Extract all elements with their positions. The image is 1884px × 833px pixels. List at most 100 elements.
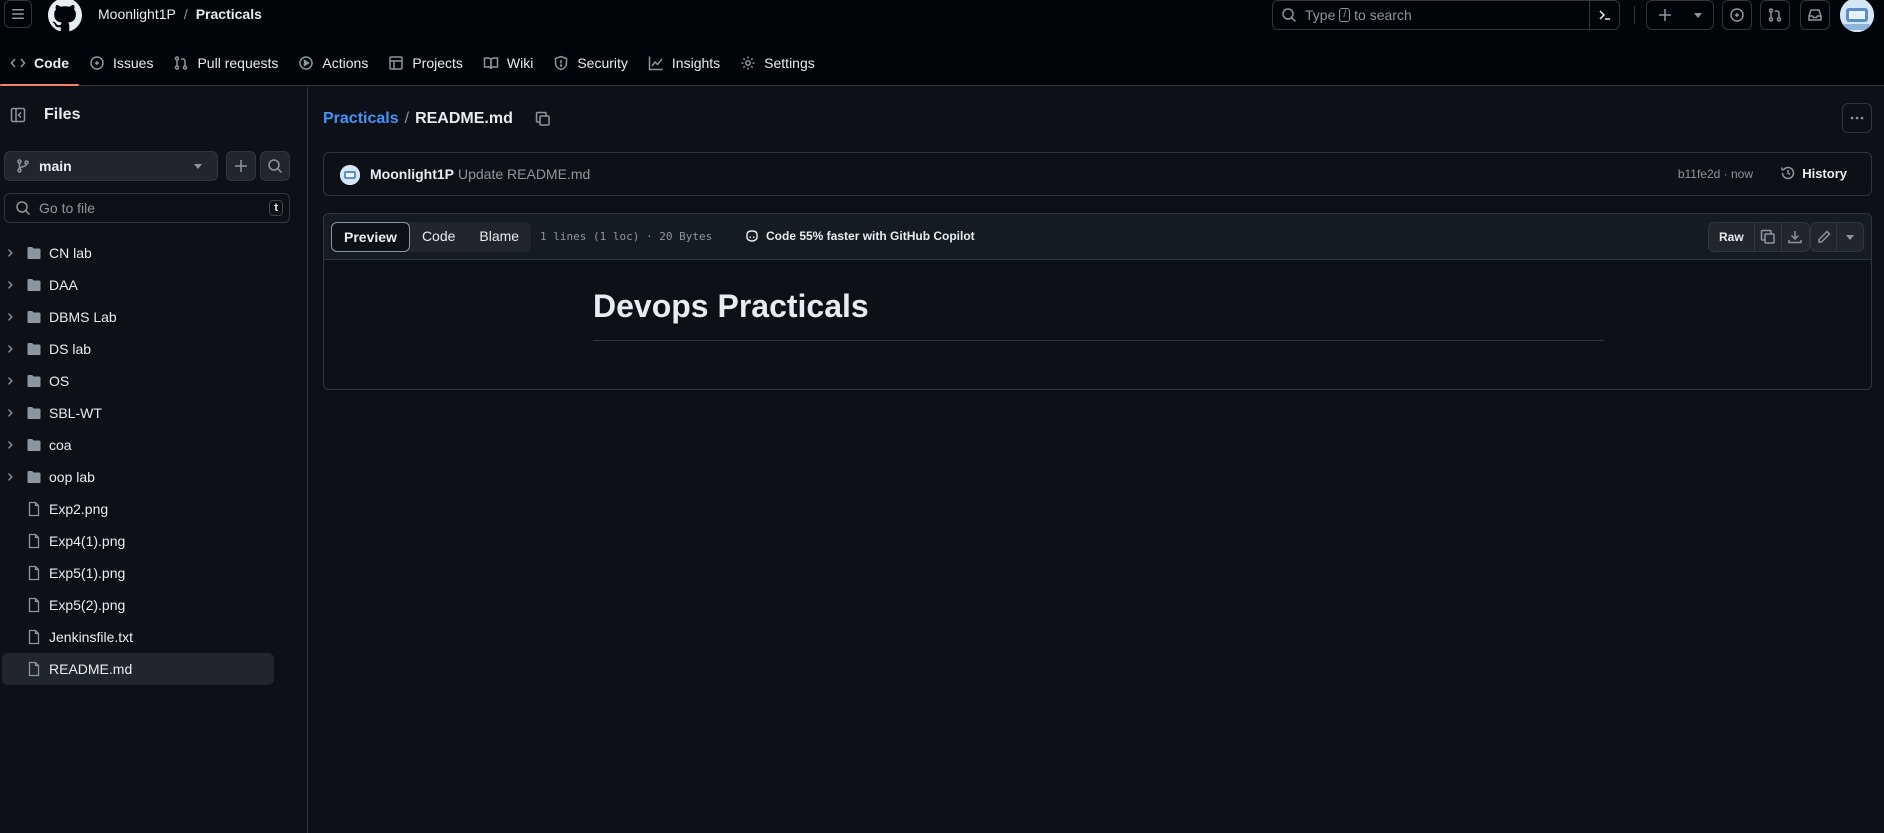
plus-icon [1657,7,1673,23]
tree-item-label: oop lab [49,469,95,485]
tab-label: Issues [113,55,154,71]
more-options-icon[interactable] [1842,103,1872,133]
tab-actions[interactable]: Actions [288,48,378,78]
tree-file[interactable]: Exp5(1).png [0,557,308,589]
preview-tab[interactable]: Preview [331,222,410,252]
tab-label: Projects [412,55,463,71]
tree-file[interactable]: Jenkinsfile.txt [0,621,308,653]
tree-file[interactable]: Exp2.png [0,493,308,525]
search-shortcut-key: / [1339,8,1351,22]
folder-icon [26,309,42,325]
tree-file[interactable]: README.md [2,653,274,685]
triangle-down-icon[interactable] [1837,223,1863,251]
history-button[interactable]: History [1780,165,1847,181]
pencil-icon[interactable] [1811,223,1837,251]
tree-item-label: README.md [49,661,133,677]
hamburger-menu-icon[interactable] [4,0,32,28]
tab-label: Actions [322,55,369,71]
latest-commit-bar: Moonlight1P Update README.md b11fe2d · n… [323,152,1872,196]
sidebar-title: Files [44,106,81,123]
code-view-tab[interactable]: Code [410,222,467,252]
folder-icon [26,469,42,485]
chevron-right-icon[interactable] [4,407,16,419]
readme-heading: Devops Practicals [593,288,869,324]
file-icon [26,597,42,613]
tab-projects[interactable]: Projects [378,48,473,78]
tree-folder[interactable]: SBL-WT [0,397,308,429]
commit-sha-time[interactable]: b11fe2d · now [1678,167,1753,181]
breadcrumb-file-name: README.md [415,110,513,127]
user-avatar[interactable] [1840,0,1874,32]
search-input[interactable]: Type / to search [1272,0,1620,30]
chevron-right-icon[interactable] [4,279,16,291]
chevron-right-icon[interactable] [4,471,16,483]
tab-pull-requests[interactable]: Pull requests [163,48,288,78]
inbox-icon[interactable] [1800,0,1830,30]
tree-file[interactable]: Exp5(2).png [0,589,308,621]
raw-button[interactable]: Raw [1709,223,1755,251]
branch-selector[interactable]: main [4,151,218,181]
graph-icon [648,55,664,71]
view-mode-switch: Preview Code Blame [331,222,532,252]
tree-file[interactable]: Exp4(1).png [0,525,308,557]
file-icon [26,501,42,517]
issues-icon[interactable] [1722,0,1752,30]
tree-item-label: Jenkinsfile.txt [49,629,134,645]
download-icon[interactable] [1782,223,1809,251]
tab-settings[interactable]: Settings [730,48,825,78]
pull-requests-icon[interactable] [1760,0,1790,30]
tree-folder[interactable]: DAA [0,269,308,301]
tab-security[interactable]: Security [543,48,638,78]
tree-folder[interactable]: coa [0,429,308,461]
go-to-file-input[interactable]: Go to file t [4,193,290,223]
repo-owner-link[interactable]: Moonlight1P [98,6,176,22]
sidebar-collapse-icon[interactable] [6,103,30,127]
search-icon [1281,7,1297,23]
heading-divider [593,340,1604,341]
commit-author-avatar[interactable] [340,165,360,185]
command-palette-icon[interactable] [1589,1,1619,29]
commit-author[interactable]: Moonlight1P [370,166,454,182]
book-icon [483,55,499,71]
copy-icon[interactable] [1755,223,1782,251]
chevron-right-icon[interactable] [4,375,16,387]
tab-label: Pull requests [197,55,279,71]
tab-code[interactable]: Code [0,48,79,86]
copilot-promo[interactable]: Code 55% faster with GitHub Copilot [744,228,975,244]
chevron-right-icon[interactable] [4,311,16,323]
search-files-button[interactable] [260,151,290,181]
tree-folder[interactable]: oop lab [0,461,308,493]
tree-folder[interactable]: DBMS Lab [0,301,308,333]
file-icon [26,661,42,677]
chevron-right-icon[interactable] [4,247,16,259]
tab-insights[interactable]: Insights [638,48,730,78]
chevron-right-icon[interactable] [4,439,16,451]
tree-item-label: coa [49,437,72,453]
tree-folder[interactable]: DS lab [0,333,308,365]
breadcrumb-repo-link[interactable]: Practicals [323,110,399,128]
chevron-right-icon[interactable] [4,343,16,355]
git-branch-icon [15,158,31,174]
history-label: History [1802,165,1847,181]
file-icon [26,629,42,645]
gear-icon [740,55,756,71]
edit-actions-group [1810,222,1864,252]
play-icon [298,55,314,71]
table-icon [388,55,404,71]
folder-icon [26,373,42,389]
folder-icon [26,245,42,261]
blame-tab[interactable]: Blame [467,222,531,252]
commit-message[interactable]: Update README.md [458,166,590,182]
create-new-button[interactable] [1646,0,1714,30]
github-logo-icon[interactable] [48,0,82,32]
tab-wiki[interactable]: Wiki [473,48,543,78]
tree-folder[interactable]: OS [0,365,308,397]
tab-label: Insights [671,55,721,71]
tree-folder[interactable]: CN lab [0,237,308,269]
add-file-button[interactable] [226,151,256,181]
copy-path-icon[interactable] [535,111,551,127]
repo-breadcrumb: Moonlight1P / Practicals [98,6,262,22]
tab-issues[interactable]: Issues [79,48,163,78]
repo-name-link[interactable]: Practicals [196,6,262,22]
folder-icon [26,437,42,453]
